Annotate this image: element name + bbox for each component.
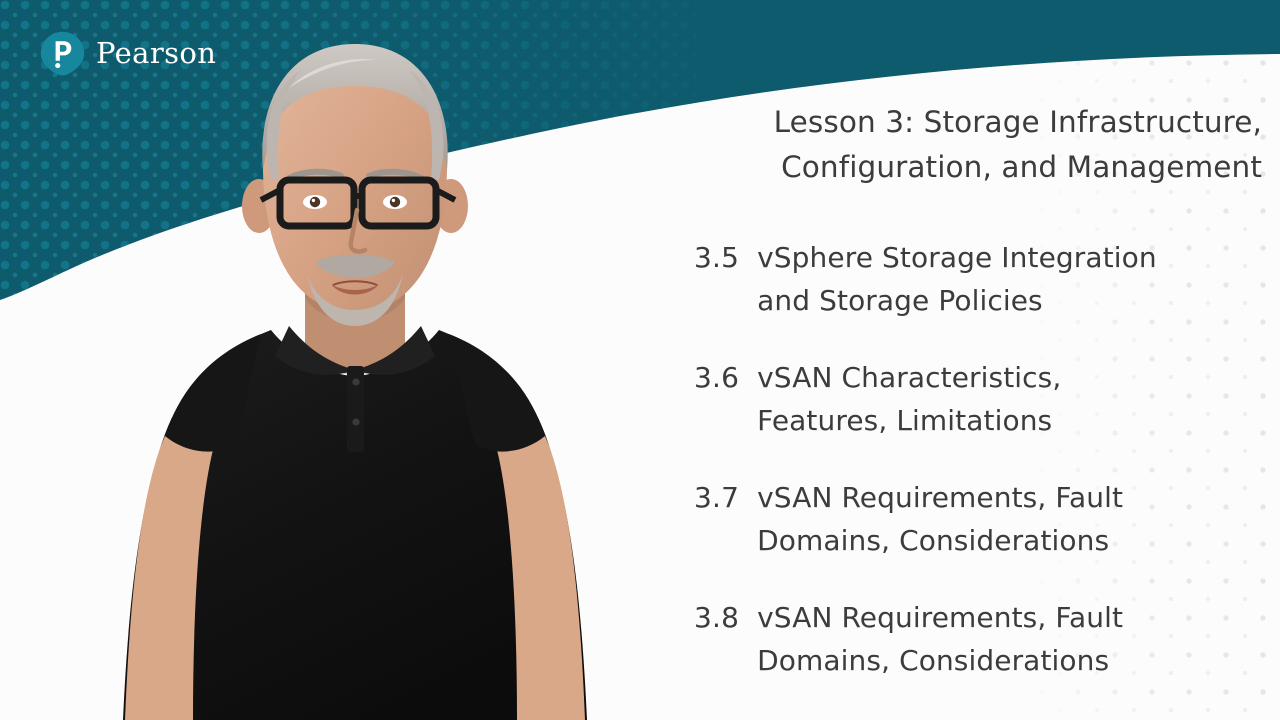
slide-content: Lesson 3: Storage Infrastructure, Config… [648, 100, 1264, 682]
topic-text: vSAN Requirements, Fault Domains, Consid… [757, 596, 1123, 682]
topic-number: 3.6 [694, 361, 740, 394]
topic-line-1: vSAN Requirements, Fault [757, 601, 1124, 634]
topic-line-2: and Storage Policies [757, 284, 1043, 317]
topic-line-2: Domains, Considerations [757, 524, 1110, 557]
topic-number: 3.7 [694, 481, 740, 514]
topic-line-1: vSAN Requirements, Fault [757, 481, 1124, 514]
topic-text: vSphere Storage Integration and Storage … [757, 236, 1157, 322]
list-item: 3.5 vSphere Storage Integration and Stor… [648, 236, 1264, 322]
list-item: 3.6 vSAN Characteristics, Features, Limi… [648, 356, 1264, 442]
list-item: 3.8 vSAN Requirements, Fault Domains, Co… [648, 596, 1264, 682]
video-slide-frame: Pearson Lesson 3: Storage Infrastructure… [0, 0, 1280, 720]
topic-text: vSAN Requirements, Fault Domains, Consid… [757, 476, 1123, 562]
topic-text: vSAN Characteristics, Features, Limitati… [757, 356, 1061, 442]
topic-number: 3.8 [694, 601, 740, 634]
topic-list: 3.5 vSphere Storage Integration and Stor… [648, 236, 1264, 682]
topic-line-2: Features, Limitations [757, 404, 1053, 437]
topic-line-1: vSAN Characteristics, [757, 361, 1062, 394]
list-item: 3.7 vSAN Requirements, Fault Domains, Co… [648, 476, 1264, 562]
pearson-logo: Pearson [40, 31, 216, 76]
pearson-p-interrobang-icon [40, 31, 85, 76]
page-title-line-2: Configuration, and Management [781, 150, 1262, 184]
pearson-wordmark: Pearson [96, 36, 217, 70]
page-title: Lesson 3: Storage Infrastructure, Config… [648, 100, 1264, 190]
topic-number: 3.5 [694, 241, 740, 274]
page-title-line-1: Lesson 3: Storage Infrastructure, [773, 105, 1262, 139]
topic-line-1: vSphere Storage Integration [757, 241, 1157, 274]
presenter-video [75, 30, 635, 720]
topic-line-2: Domains, Considerations [757, 644, 1110, 677]
